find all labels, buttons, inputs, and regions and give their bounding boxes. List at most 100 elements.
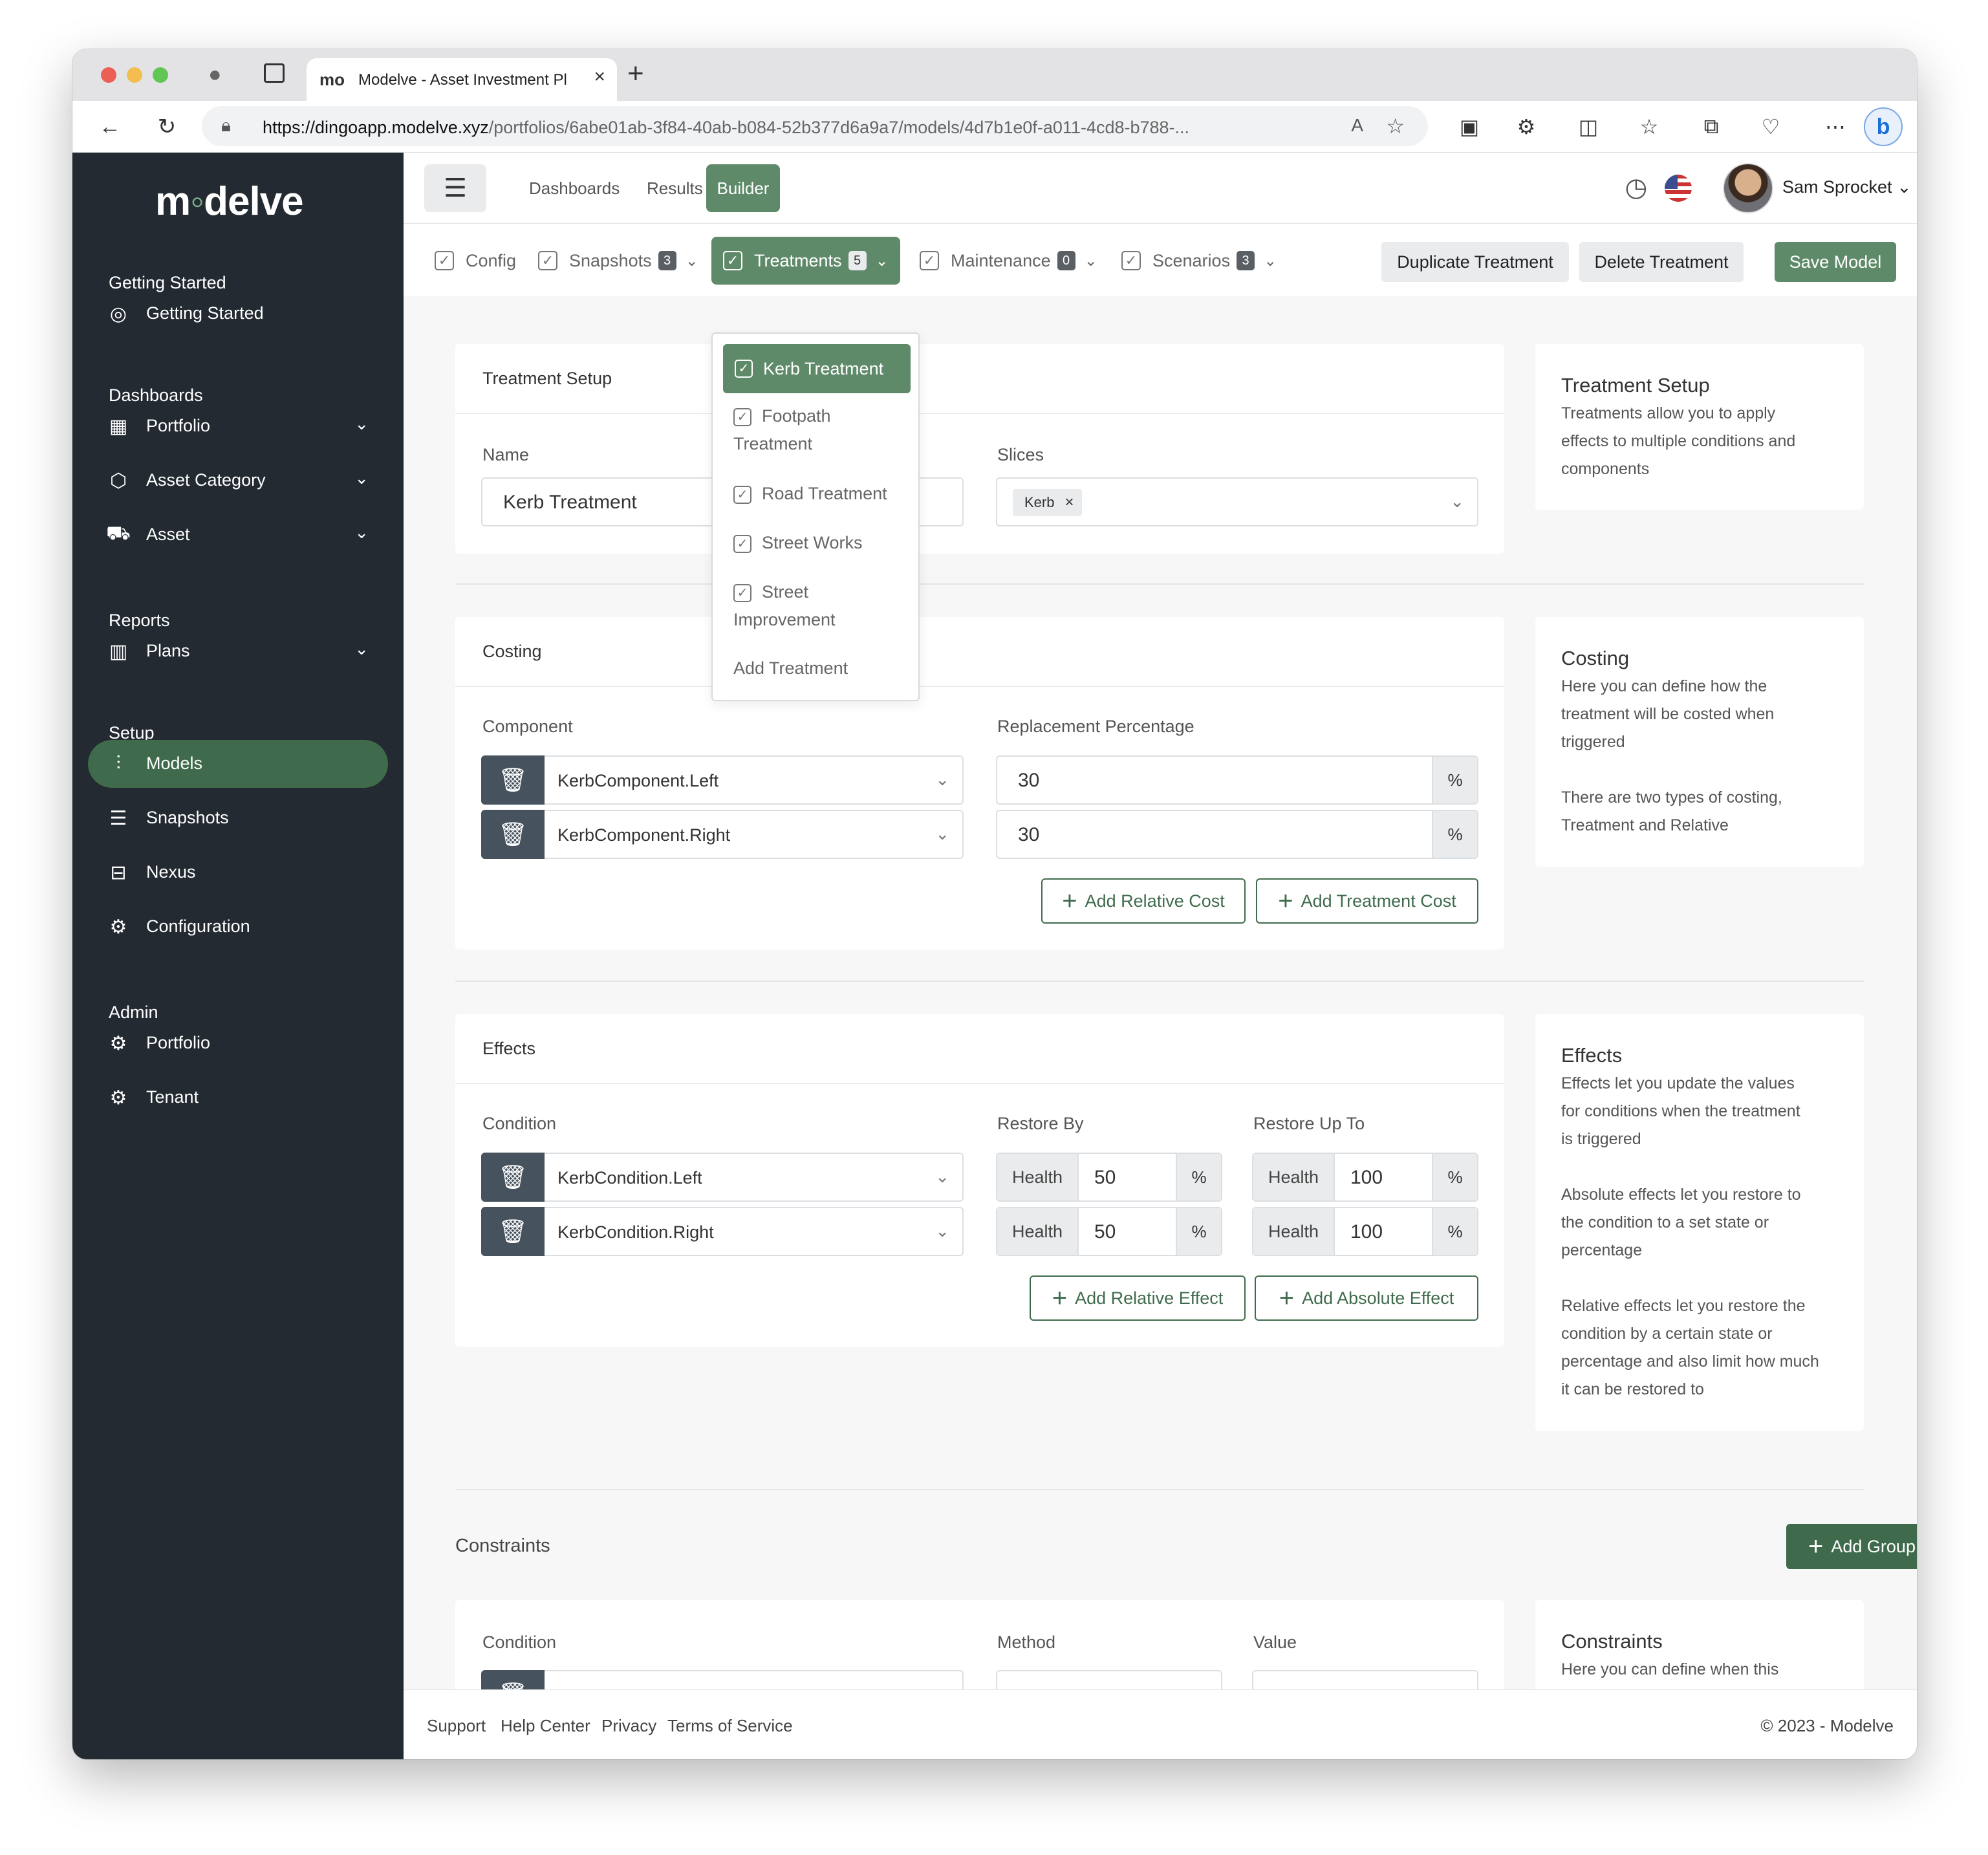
- replacement-percentage-input[interactable]: 30 %: [996, 810, 1478, 859]
- info-line: Absolute effects let you restore to: [1561, 1186, 1801, 1204]
- component-label: Component: [482, 717, 573, 736]
- add-treatment-menu-item[interactable]: Add Treatment: [723, 655, 911, 682]
- save-model-button[interactable]: Save Model: [1775, 242, 1896, 282]
- plus-icon: +: [1052, 1284, 1068, 1312]
- delete-row-button[interactable]: 🗑︎: [481, 1153, 545, 1202]
- maximize-window-button[interactable]: [153, 67, 168, 83]
- tab-scenarios[interactable]: ✓ Scenarios 3 ⌄: [1121, 243, 1277, 278]
- url-field[interactable]: 🔒︎ https://dingoapp.modelve.xyz/portfoli…: [202, 106, 1428, 146]
- more-options-icon[interactable]: ⋯: [1819, 110, 1852, 144]
- percent-suffix: %: [1432, 811, 1477, 858]
- favorite-star-icon[interactable]: ☆: [1386, 114, 1405, 138]
- tab-treatments[interactable]: ✓ Treatments 5 ⌄: [711, 237, 900, 285]
- menu-item-street-improvement[interactable]: ✓ Street Improvement: [723, 578, 852, 634]
- add-group-button[interactable]: + Add Group: [1786, 1524, 1917, 1569]
- checkbox-icon: ✓: [733, 583, 751, 602]
- health-prefix: Health: [1253, 1154, 1335, 1200]
- slices-select[interactable]: Kerb × ⌄: [996, 477, 1478, 526]
- delete-row-button[interactable]: 🗑︎: [481, 755, 545, 805]
- footer-link-terms[interactable]: Terms of Service: [667, 1716, 793, 1736]
- reload-icon[interactable]: ↻: [149, 109, 185, 145]
- nav-dashboards[interactable]: Dashboards: [529, 179, 620, 199]
- menu-item-kerb-treatment[interactable]: ✓ Kerb Treatment: [723, 344, 911, 393]
- sidebar-item-models[interactable]: ⫶ Models: [88, 740, 388, 788]
- component-select[interactable]: 🗑︎ KerbComponent.Right ⌄: [481, 810, 964, 859]
- info-line: Treatments allow you to apply: [1561, 404, 1776, 422]
- tab-config[interactable]: ✓ Config: [435, 243, 516, 278]
- sidebar-item-nexus[interactable]: ⊟ Nexus: [88, 849, 388, 896]
- avatar[interactable]: [1723, 163, 1773, 213]
- browser-tab-active[interactable]: mo Modelve - Asset Investment Pl ×: [307, 58, 617, 101]
- delete-row-button[interactable]: 🗑︎: [481, 1207, 545, 1256]
- add-relative-cost-button[interactable]: + Add Relative Cost: [1041, 878, 1246, 924]
- sidebar-item-asset-category[interactable]: ⬡ Asset Category ⌄: [88, 457, 388, 504]
- sidebar-item-getting-started[interactable]: ◎ Getting Started: [88, 290, 388, 338]
- tab-snapshots[interactable]: ✓ Snapshots 3 ⌄: [538, 243, 698, 278]
- puzzle-icon[interactable]: ⚙: [1509, 110, 1543, 144]
- footer-link-privacy[interactable]: Privacy: [601, 1716, 656, 1736]
- plus-icon: +: [1808, 1532, 1824, 1561]
- info-line: condition by a certain state or: [1561, 1325, 1773, 1343]
- restore-up-to-input[interactable]: Health 100 %: [1252, 1153, 1478, 1202]
- add-treatment-cost-button[interactable]: + Add Treatment Cost: [1256, 878, 1478, 924]
- sidebar-item-portfolio[interactable]: ▦ Portfolio ⌄: [88, 402, 388, 450]
- replacement-percentage-input[interactable]: 30 %: [996, 755, 1478, 805]
- footer-link-support[interactable]: Support: [427, 1716, 486, 1736]
- back-icon[interactable]: ←: [92, 109, 128, 145]
- restore-by-input[interactable]: Health 50 %: [996, 1153, 1222, 1202]
- add-absolute-effect-button[interactable]: + Add Absolute Effect: [1255, 1275, 1478, 1321]
- us-flag-icon[interactable]: [1665, 175, 1692, 202]
- menu-item-street-works[interactable]: ✓ Street Works: [723, 529, 911, 557]
- collections-icon[interactable]: ⧉: [1694, 110, 1728, 144]
- condition-value: KerbCondition.Right: [557, 1222, 714, 1242]
- profile-icon[interactable]: ●: [208, 62, 234, 88]
- card-title: Costing: [482, 642, 542, 661]
- sidebar-item-admin-portfolio[interactable]: ⚙ Portfolio: [88, 1019, 388, 1067]
- restore-up-to-label: Restore Up To: [1253, 1114, 1365, 1133]
- extension-icon[interactable]: ▣: [1453, 110, 1486, 144]
- remove-tag-icon[interactable]: ×: [1064, 494, 1074, 512]
- delete-treatment-button[interactable]: Delete Treatment: [1579, 242, 1744, 282]
- favorites-icon[interactable]: ☆: [1632, 110, 1666, 144]
- restore-up-to-input[interactable]: Health 100 %: [1252, 1207, 1478, 1256]
- browser-tab-strip: ● mo Modelve - Asset Investment Pl × +: [72, 49, 1917, 101]
- browser-essentials-icon[interactable]: ♡: [1754, 110, 1788, 144]
- sidebar-item-snapshots[interactable]: ☰ Snapshots: [88, 794, 388, 842]
- sidebar-item-plans[interactable]: ▥ Plans ⌄: [88, 627, 388, 675]
- sidebar-item-tenant[interactable]: ⚙ Tenant: [88, 1074, 388, 1122]
- add-relative-effect-button[interactable]: + Add Relative Effect: [1030, 1275, 1246, 1321]
- nav-builder[interactable]: Builder: [706, 164, 780, 212]
- tab-actions-icon[interactable]: [264, 63, 285, 83]
- percent-suffix: %: [1432, 757, 1477, 803]
- menu-toggle-button[interactable]: ☰: [424, 164, 486, 212]
- copilot-icon[interactable]: b: [1864, 107, 1903, 146]
- minimize-window-button[interactable]: [127, 67, 142, 83]
- sidebar-item-label: Getting Started: [146, 303, 264, 323]
- clock-icon[interactable]: ◷: [1621, 172, 1652, 203]
- close-window-button[interactable]: [101, 67, 116, 83]
- nav-results[interactable]: Results: [647, 179, 703, 199]
- chevron-down-icon: ⌄: [354, 468, 369, 488]
- read-aloud-icon[interactable]: A: [1351, 115, 1363, 136]
- new-tab-icon[interactable]: +: [627, 60, 644, 88]
- count-badge: 5: [848, 251, 867, 270]
- health-prefix: Health: [997, 1208, 1079, 1255]
- cube-icon: ⬡: [109, 470, 127, 492]
- split-screen-icon[interactable]: ◫: [1572, 110, 1605, 144]
- delete-row-button[interactable]: 🗑︎: [481, 810, 545, 859]
- duplicate-treatment-button[interactable]: Duplicate Treatment: [1381, 242, 1569, 282]
- info-title: Treatment Setup: [1561, 374, 1710, 396]
- close-tab-icon[interactable]: ×: [594, 66, 605, 88]
- component-select[interactable]: 🗑︎ KerbComponent.Left ⌄: [481, 755, 964, 805]
- menu-item-footpath-treatment[interactable]: ✓ Footpath Treatment: [723, 402, 911, 458]
- sidebar-item-configuration[interactable]: ⚙ Configuration: [88, 903, 388, 951]
- restore-by-input[interactable]: Health 50 %: [996, 1207, 1222, 1256]
- condition-select[interactable]: 🗑︎ KerbCondition.Left ⌄: [481, 1153, 964, 1202]
- tab-maintenance[interactable]: ✓ Maintenance 0 ⌄: [920, 243, 1097, 278]
- footer-link-help-center[interactable]: Help Center: [501, 1716, 590, 1736]
- url-text: https://dingoapp.modelve.xyz/portfolios/…: [263, 118, 1190, 137]
- user-menu[interactable]: Sam Sprocket ⌄: [1782, 177, 1912, 197]
- menu-item-road-treatment[interactable]: ✓ Road Treatment: [723, 480, 911, 508]
- sidebar-item-asset[interactable]: ⛟ Asset ⌄: [88, 511, 388, 559]
- condition-select[interactable]: 🗑︎ KerbCondition.Right ⌄: [481, 1207, 964, 1256]
